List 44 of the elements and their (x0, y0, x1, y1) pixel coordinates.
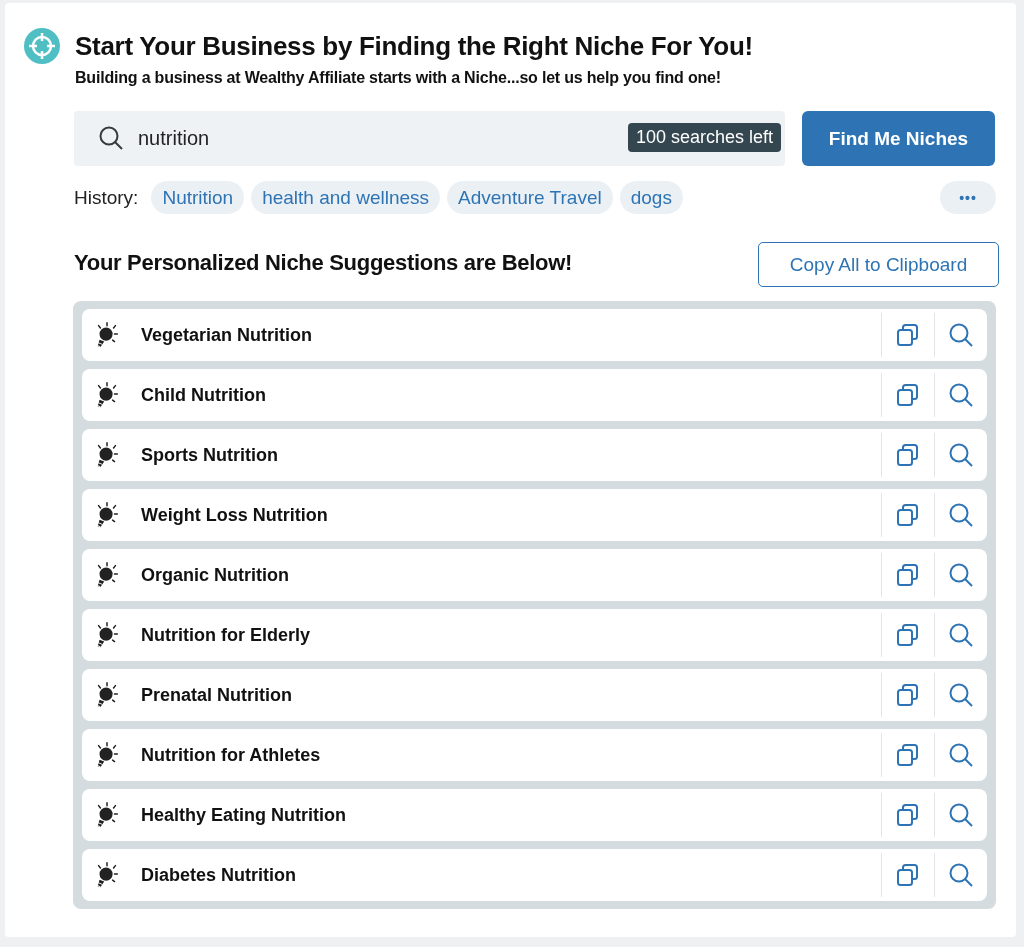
suggestion-text: Vegetarian Nutrition (141, 324, 314, 346)
copy-icon (895, 802, 921, 828)
copy-icon (895, 382, 921, 408)
search-icon (948, 862, 974, 888)
history-chip[interactable]: Nutrition (151, 181, 245, 214)
search-icon (948, 682, 974, 708)
copy-icon (895, 622, 921, 648)
suggestion-text: Weight Loss Nutrition (141, 504, 329, 526)
search-icon (98, 125, 124, 151)
suggestion-text: Prenatal Nutrition (141, 684, 293, 706)
find-niches-button[interactable]: Find Me Niches (802, 111, 995, 166)
search-icon (948, 322, 974, 348)
search-icon (948, 622, 974, 648)
copy-icon (895, 862, 921, 888)
searches-left-badge: 100 searches left (627, 123, 781, 152)
copy-icon (895, 442, 921, 468)
suggestion-text: Child Nutrition (141, 384, 267, 406)
search-icon (948, 502, 974, 528)
copy-icon (895, 322, 921, 348)
suggestion-text: Nutrition for Athletes (141, 744, 322, 766)
search-icon (948, 742, 974, 768)
target-icon (24, 28, 60, 64)
suggestion-text: Diabetes Nutrition (141, 864, 297, 886)
suggestion-text: Sports Nutrition (141, 444, 279, 466)
copy-icon (895, 502, 921, 528)
copy-icon (895, 562, 921, 588)
page-subtitle: Building a business at Wealthy Affiliate starts with a Niche...so let us help you find one! (75, 69, 722, 87)
copy-icon (895, 682, 921, 708)
copy-all-button[interactable]: Copy All to Clipboard (758, 242, 999, 287)
search-icon (948, 382, 974, 408)
search-icon (948, 562, 974, 588)
search-icon (948, 442, 974, 468)
suggestion-text: Nutrition for Elderly (141, 624, 311, 646)
copy-icon (895, 742, 921, 768)
history-chip[interactable]: Adventure Travel (447, 181, 613, 214)
suggestion-text: Healthy Eating Nutrition (141, 804, 347, 826)
history-label: History: (74, 186, 139, 209)
more-button[interactable]: ••• (940, 181, 996, 214)
section-heading: Your Personalized Niche Suggestions are Below! (74, 250, 573, 276)
page-title: Start Your Business by Finding the Right Niche For You! (75, 30, 753, 63)
suggestion-text: Organic Nutrition (141, 564, 290, 586)
search-icon (948, 802, 974, 828)
history-chip[interactable]: dogs (619, 181, 683, 214)
history-chip[interactable]: health and wellness (251, 181, 441, 214)
